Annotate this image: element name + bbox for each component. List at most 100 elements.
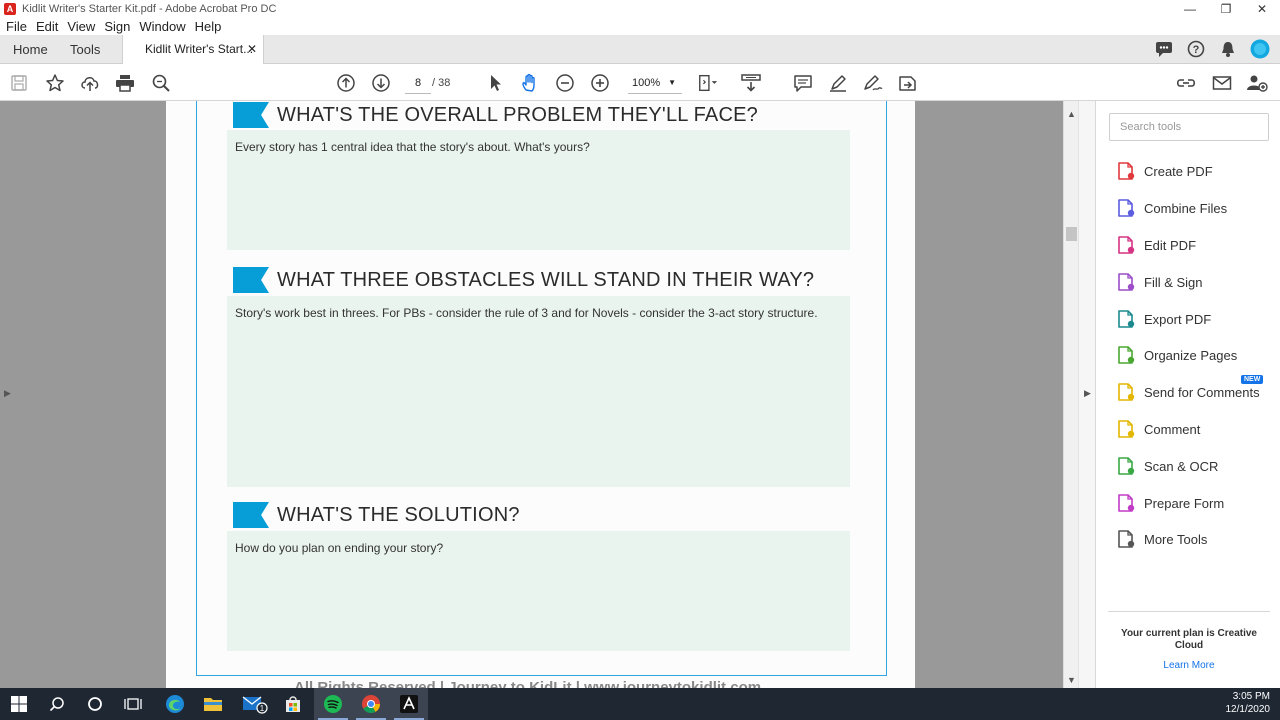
export-pdf-icon	[1116, 309, 1136, 329]
spotify-icon[interactable]	[314, 688, 352, 720]
windows-start-icon[interactable]	[0, 688, 38, 720]
tab-document[interactable]: Kidlit Writer's Start... ✕	[122, 35, 264, 65]
section-heading-3: WHAT'S THE SOLUTION?	[233, 502, 520, 528]
hand-tool-icon[interactable]	[519, 72, 541, 94]
share-edit-icon[interactable]	[897, 72, 919, 94]
vertical-scrollbar[interactable]: ▲ ▼	[1063, 101, 1078, 688]
tab-bar: Home Tools Kidlit Writer's Start... ✕ ?	[0, 35, 1280, 65]
print-icon[interactable]	[114, 72, 136, 94]
comment-icon[interactable]	[792, 72, 814, 94]
fit-page-icon[interactable]	[697, 72, 719, 94]
menu-view[interactable]: View	[67, 19, 95, 34]
taskbar: 1 3:05 PM 12/1/2020	[0, 688, 1280, 720]
star-icon[interactable]	[44, 72, 66, 94]
scroll-thumb[interactable]	[1066, 227, 1077, 241]
taskbar-search-icon[interactable]	[38, 688, 76, 720]
add-user-icon[interactable]	[1246, 72, 1268, 94]
link-share-icon[interactable]	[1176, 72, 1198, 94]
tool-item-more-tools[interactable]: More Tools	[1116, 527, 1207, 551]
tool-item-export-pdf[interactable]: Export PDF	[1116, 307, 1211, 331]
task-view-icon[interactable]	[114, 688, 152, 720]
scroll-up-icon[interactable]: ▲	[1067, 109, 1076, 119]
answer-box-3: How do you plan on ending your story?	[227, 531, 850, 651]
page-number-input[interactable]: 8	[405, 72, 431, 94]
acrobat-app-icon: A	[4, 3, 16, 15]
bell-icon[interactable]	[1218, 39, 1238, 59]
new-badge: NEW	[1241, 375, 1264, 384]
previous-page-icon[interactable]	[335, 72, 357, 94]
tool-item-create-pdf[interactable]: Create PDF	[1116, 159, 1213, 183]
tool-label: Fill & Sign	[1144, 274, 1203, 290]
window-controls: — ❐ ✕	[1172, 0, 1280, 18]
answer-box-1: Every story has 1 central idea that the …	[227, 130, 850, 250]
tab-tools[interactable]: Tools	[70, 35, 100, 64]
chat-icon[interactable]	[1154, 39, 1174, 59]
menu-edit[interactable]: Edit	[36, 19, 58, 34]
section-prompt: Every story has 1 central idea that the …	[235, 140, 590, 154]
answer-box-2: Story's work best in threes. For PBs - c…	[227, 296, 850, 487]
tool-label: Comment	[1144, 421, 1201, 437]
menu-file[interactable]: File	[6, 19, 27, 34]
ribbon-icon	[233, 502, 269, 528]
menu-sign[interactable]: Sign	[104, 19, 130, 34]
help-icon[interactable]: ?	[1186, 39, 1206, 59]
tab-document-label: Kidlit Writer's Start...	[145, 42, 254, 56]
cortana-icon[interactable]	[76, 688, 114, 720]
scroll-down-icon[interactable]: ▼	[1067, 675, 1076, 685]
learn-more-link[interactable]: Learn More	[1110, 660, 1268, 671]
tool-label: Organize Pages	[1144, 347, 1238, 363]
tool-item-edit-pdf[interactable]: Edit PDF	[1116, 233, 1196, 257]
tool-item-fill-sign[interactable]: Fill & Sign	[1116, 270, 1203, 294]
system-clock[interactable]: 3:05 PM 12/1/2020	[1226, 690, 1271, 716]
sign-icon[interactable]	[862, 72, 884, 94]
zoom-out-icon[interactable]	[554, 72, 576, 94]
left-panel-toggle-icon[interactable]: ▶	[4, 388, 11, 399]
pdf-page: WHAT'S THE OVERALL PROBLEM THEY'LL FACE?…	[166, 101, 915, 688]
mail-app-icon[interactable]: 1	[236, 688, 274, 720]
tool-label: Send for Comments	[1144, 384, 1260, 400]
document-viewport[interactable]: ▶ WHAT'S THE OVERALL PROBLEM THEY'LL FAC…	[0, 101, 1095, 688]
more-tools-icon	[1116, 529, 1136, 549]
tool-item-prepare-form[interactable]: Prepare Form	[1116, 491, 1224, 515]
close-tab-icon[interactable]: ✕	[247, 35, 257, 64]
expand-arrow-icon: ▶	[1084, 388, 1091, 398]
right-panel-toggle[interactable]: ▶	[1078, 101, 1095, 688]
close-window-button[interactable]: ✕	[1244, 0, 1280, 18]
section-prompt: How do you plan on ending your story?	[235, 541, 444, 555]
section-title: WHAT THREE OBSTACLES WILL STAND IN THEIR…	[277, 268, 815, 291]
cloud-upload-icon[interactable]	[79, 72, 101, 94]
search-icon[interactable]	[150, 72, 172, 94]
tool-label: Prepare Form	[1144, 495, 1225, 511]
tool-label: More Tools	[1144, 531, 1208, 547]
tab-home[interactable]: Home	[13, 35, 48, 64]
file-explorer-icon[interactable]	[194, 688, 232, 720]
tool-item-combine-files[interactable]: Combine Files	[1116, 196, 1227, 220]
edge-browser-icon[interactable]	[156, 688, 194, 720]
tool-item-organize-pages[interactable]: Organize Pages	[1116, 343, 1237, 367]
highlight-pen-icon[interactable]	[827, 72, 849, 94]
tools-panel: Search tools Create PDF Combine Files Edit…	[1095, 101, 1280, 688]
menu-window[interactable]: Window	[139, 19, 185, 34]
zoom-in-icon[interactable]	[589, 72, 611, 94]
next-page-icon[interactable]	[370, 72, 392, 94]
email-icon[interactable]	[1211, 72, 1233, 94]
menu-help[interactable]: Help	[195, 19, 222, 34]
minimize-button[interactable]: —	[1172, 0, 1208, 18]
tool-item-scan-ocr[interactable]: Scan & OCR	[1116, 454, 1218, 478]
chrome-icon[interactable]	[352, 688, 390, 720]
scroll-mode-icon[interactable]	[740, 72, 762, 94]
zoom-select[interactable]: 100% ▼	[628, 72, 682, 94]
maximize-button[interactable]: ❐	[1208, 0, 1244, 18]
save-icon[interactable]	[8, 72, 30, 94]
store-icon[interactable]	[274, 688, 312, 720]
tool-item-comment[interactable]: Comment	[1116, 417, 1200, 441]
prepare-form-icon	[1116, 493, 1136, 513]
avatar[interactable]	[1250, 39, 1270, 59]
acrobat-taskbar-icon[interactable]	[390, 688, 428, 720]
title-bar: A Kidlit Writer's Starter Kit.pdf - Adob…	[0, 0, 1280, 18]
search-tools-input[interactable]: Search tools	[1109, 113, 1269, 141]
zoom-value: 100%	[632, 77, 661, 89]
select-cursor-icon[interactable]	[484, 72, 506, 94]
tool-item-send-for-comments[interactable]: Send for Comments	[1116, 380, 1260, 404]
clock-date: 12/1/2020	[1225, 704, 1271, 715]
